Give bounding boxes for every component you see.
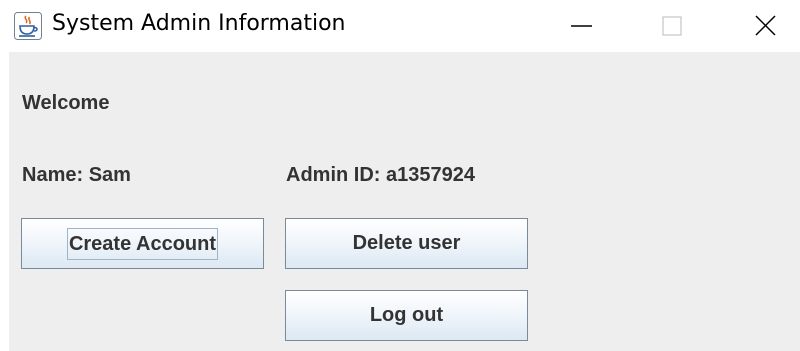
name-label: Name: Sam [22, 164, 131, 186]
admin-id-label: Admin ID: a1357924 [286, 164, 475, 186]
close-button[interactable] [746, 6, 786, 46]
create-account-label: Create Account [66, 227, 219, 260]
title-bar[interactable]: System Admin Information [0, 0, 800, 52]
content-panel: Welcome Name: Sam Admin ID: a1357924 Cre… [9, 52, 800, 351]
maximize-button[interactable] [652, 6, 692, 46]
minimize-button[interactable] [562, 6, 602, 46]
maximize-icon [662, 16, 682, 36]
close-icon [755, 15, 776, 36]
log-out-button[interactable]: Log out [285, 290, 528, 341]
delete-user-button[interactable]: Delete user [285, 218, 528, 269]
app-window: System Admin Information Welcome Name: S… [0, 0, 800, 351]
welcome-label: Welcome [22, 92, 110, 114]
minimize-icon [571, 25, 592, 27]
window-title: System Admin Information [52, 11, 346, 36]
create-account-button[interactable]: Create Account [21, 218, 264, 269]
java-coffee-cup-icon[interactable] [14, 12, 42, 40]
